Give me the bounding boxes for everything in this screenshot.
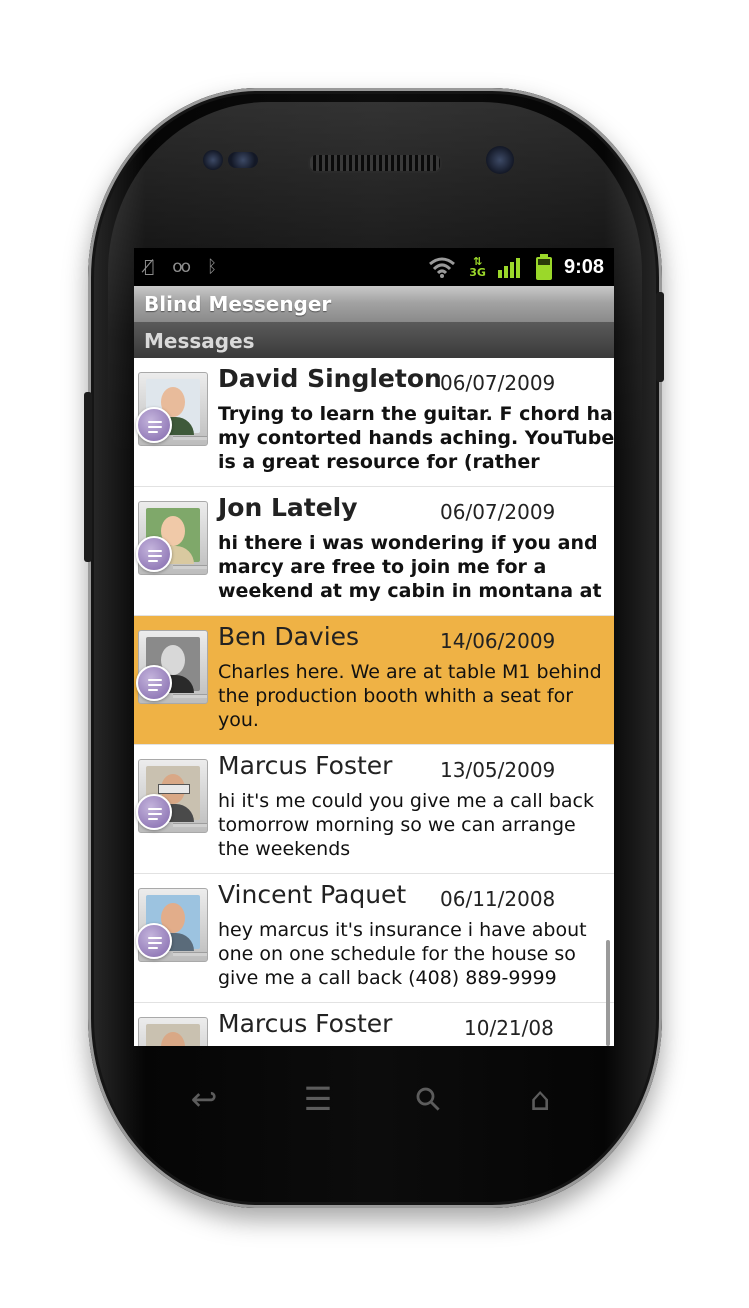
preview-line: you. bbox=[218, 709, 259, 731]
preview-line: hi it's me could you give me a call back bbox=[218, 790, 595, 812]
volume-button[interactable] bbox=[84, 392, 92, 562]
message-date: 10/21/08 bbox=[464, 1016, 554, 1040]
section-title: Messages bbox=[144, 329, 255, 353]
preview-line: weekend at my cabin in montana at bbox=[218, 580, 602, 602]
message-badge-icon bbox=[136, 794, 172, 830]
sender-name: Marcus Foster bbox=[218, 1009, 393, 1038]
light-sensor bbox=[228, 152, 258, 168]
preview-line: the weekends bbox=[218, 838, 351, 860]
message-badge-icon bbox=[136, 665, 172, 701]
preview-line: tomorrow morning so we can arrange bbox=[218, 814, 576, 836]
message-badge-icon bbox=[136, 407, 172, 443]
preview-line: one on one schedule for the house so bbox=[218, 943, 576, 965]
sender-name: Vincent Paquet bbox=[218, 880, 407, 909]
message-preview: hi it's me could you give me a call back… bbox=[218, 789, 608, 861]
message-date: 06/11/2008 bbox=[440, 887, 556, 911]
battery-icon bbox=[535, 254, 552, 280]
earpiece-speaker bbox=[308, 153, 442, 173]
preview-line: the production booth whith a seat for bbox=[218, 685, 574, 707]
preview-line: my contorted hands aching. YouTube bbox=[218, 427, 614, 449]
signal-icon bbox=[497, 258, 520, 278]
preview-line: hey marcus it's insurance i have about bbox=[218, 919, 587, 941]
message-row[interactable]: Jon Lately 06/07/2009 hi there i was won… bbox=[134, 487, 614, 616]
list-scrollbar[interactable] bbox=[606, 940, 610, 1046]
contact-photo bbox=[138, 1017, 208, 1046]
message-row[interactable]: Vincent Paquet 06/11/2008 hey marcus it'… bbox=[134, 874, 614, 1003]
message-preview: Trying to learn the guitar. F chord has … bbox=[218, 402, 614, 474]
message-preview: hi there i was wondering if you and marc… bbox=[218, 531, 608, 603]
message-list[interactable]: David Singleton 06/07/2009 Trying to lea… bbox=[134, 358, 614, 1046]
status-clock: 9:08 bbox=[563, 255, 604, 278]
mic-muted-icon: 🎙̸ bbox=[144, 257, 155, 277]
avatar-image bbox=[146, 1024, 200, 1046]
message-date: 06/07/2009 bbox=[440, 371, 556, 395]
preview-line: Trying to learn the guitar. F chord has bbox=[218, 403, 614, 425]
app-title-bar: Blind Messenger bbox=[134, 286, 614, 322]
message-row-selected[interactable]: Ben Davies 14/06/2009 Charles here. We a… bbox=[134, 616, 614, 745]
status-bar: 🎙̸ oo ᛒ ⇅ 3G 9:08 bbox=[134, 248, 614, 286]
sender-name: Marcus Foster bbox=[218, 751, 393, 780]
message-date: 14/06/2009 bbox=[440, 629, 556, 653]
bluetooth-icon: ᛒ bbox=[207, 257, 218, 277]
sender-name: Jon Lately bbox=[218, 493, 358, 522]
message-preview: hey marcus it's insurance i have about o… bbox=[218, 918, 608, 990]
voicemail-icon: oo bbox=[172, 257, 191, 277]
preview-line: Charles here. We are at table M1 behind bbox=[218, 661, 602, 683]
preview-line: give me a call back (408) 889-9999 bbox=[218, 967, 557, 989]
messages-section-header: Messages bbox=[134, 322, 614, 358]
menu-icon[interactable]: ☰ bbox=[290, 1080, 346, 1118]
power-button[interactable] bbox=[656, 292, 664, 382]
message-badge-icon bbox=[136, 923, 172, 959]
back-icon[interactable]: ↩ bbox=[176, 1080, 232, 1118]
message-row[interactable]: Marcus Foster 13/05/2009 hi it's me coul… bbox=[134, 745, 614, 874]
front-camera bbox=[486, 146, 514, 174]
screen: 🎙̸ oo ᛒ ⇅ 3G 9:08 Blind Messenger Messag… bbox=[134, 248, 614, 1046]
preview-line: hi there i was wondering if you and bbox=[218, 532, 598, 554]
proximity-sensor bbox=[203, 150, 223, 170]
app-title: Blind Messenger bbox=[144, 292, 332, 316]
sender-name: Ben Davies bbox=[218, 622, 360, 651]
sender-name: David Singleton bbox=[218, 364, 442, 393]
home-icon[interactable]: ⌂ bbox=[512, 1080, 568, 1118]
message-row[interactable]: Marcus Foster 10/21/08 bbox=[134, 1003, 614, 1046]
message-preview: Charles here. We are at table M1 behind … bbox=[218, 660, 608, 732]
message-date: 06/07/2009 bbox=[440, 500, 556, 524]
3g-data-icon: ⇅ 3G bbox=[469, 255, 486, 279]
wifi-icon bbox=[429, 257, 456, 278]
preview-line: marcy are free to join me for a bbox=[218, 556, 547, 578]
message-row[interactable]: David Singleton 06/07/2009 Trying to lea… bbox=[134, 358, 614, 487]
preview-line: is a great resource for (rather bbox=[218, 451, 540, 473]
message-date: 13/05/2009 bbox=[440, 758, 556, 782]
message-badge-icon bbox=[136, 536, 172, 572]
network-label: 3G bbox=[469, 266, 486, 279]
